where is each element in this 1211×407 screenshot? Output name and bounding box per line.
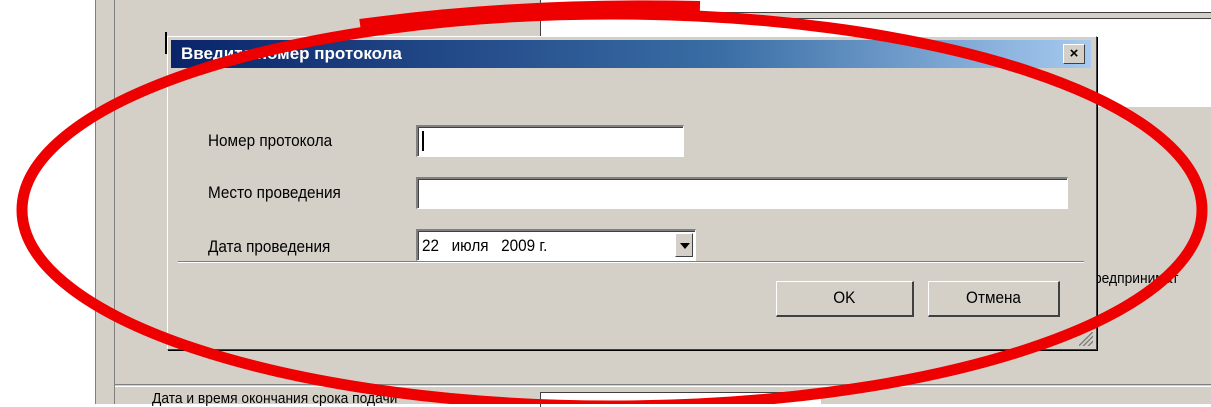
background-side-label: редпринимат [1094, 270, 1179, 287]
date-value: 22 июля 2009 г. [422, 236, 560, 256]
date-year[interactable]: 2009 г. [501, 236, 547, 255]
cancel-button-label: Отмена [966, 288, 1021, 307]
background-separator-highlight [115, 386, 1211, 387]
chevron-down-icon[interactable] [675, 233, 693, 257]
date-label: Дата проведения [208, 237, 331, 256]
close-icon[interactable]: × [1063, 44, 1085, 64]
background-field-top[interactable] [540, 0, 1211, 13]
protocol-number-label: Номер протокола [208, 131, 333, 150]
background-bottom-label: Дата и время окончания срока подачи [152, 390, 398, 407]
dialog-title: Введите номер протокола [181, 44, 402, 63]
resize-grip-icon[interactable] [1079, 332, 1093, 346]
protocol-number-input[interactable] [416, 125, 684, 157]
protocol-dialog: Введите номер протокола × Номер протокол… [167, 36, 1097, 350]
venue-input[interactable] [416, 177, 1068, 209]
cancel-button[interactable]: Отмена [928, 281, 1060, 317]
date-picker[interactable]: 22 июля 2009 г. [416, 229, 696, 261]
dialog-separator-highlight [178, 262, 1084, 263]
text-caret [422, 131, 424, 151]
date-day[interactable]: 22 [422, 236, 439, 255]
venue-label: Место проведения [208, 183, 341, 202]
background-bottom-field[interactable] [540, 392, 821, 407]
background-divider [114, 0, 115, 404]
ok-button-label: OK [833, 288, 856, 307]
ok-button[interactable]: OK [776, 281, 914, 317]
background-separator [115, 384, 1211, 385]
dialog-titlebar[interactable]: Введите номер протокола × [171, 40, 1091, 68]
date-month[interactable]: июля [452, 236, 489, 255]
